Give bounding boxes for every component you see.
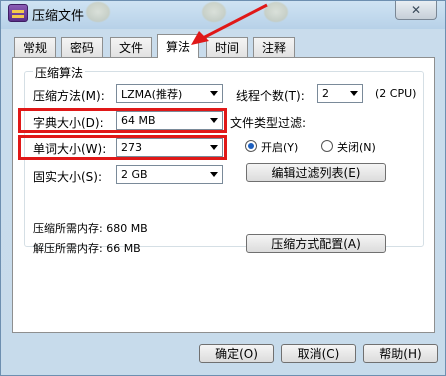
archive-app-icon bbox=[8, 4, 28, 22]
help-button[interactable]: 帮助(H) bbox=[363, 344, 438, 363]
filter-off-radio[interactable] bbox=[321, 140, 333, 152]
filter-on-radio[interactable] bbox=[245, 140, 257, 152]
chevron-down-icon bbox=[210, 145, 218, 150]
cpu-note: (2 CPU) bbox=[375, 87, 417, 100]
close-icon: ✕ bbox=[410, 3, 422, 17]
threads-label: 线程个数(T): bbox=[236, 89, 305, 103]
chevron-down-icon bbox=[210, 91, 218, 96]
compression-profile-button[interactable]: 压缩方式配置(A) bbox=[246, 234, 386, 253]
method-label: 压缩方法(M): bbox=[33, 89, 105, 103]
solid-size-label: 固实大小(S): bbox=[33, 170, 103, 184]
method-select[interactable]: LZMA(推荐) bbox=[116, 84, 223, 103]
compress-memory-text: 压缩所需内存: 680 MB bbox=[33, 222, 148, 235]
dictionary-select[interactable]: 64 MB bbox=[116, 111, 223, 130]
tab-label: 常规 bbox=[23, 41, 48, 55]
chevron-down-icon bbox=[350, 91, 358, 96]
close-button[interactable]: ✕ bbox=[395, 1, 437, 20]
tab-label: 文件 bbox=[119, 41, 144, 55]
decompress-memory-text: 解压所需内存: 66 MB bbox=[33, 242, 141, 255]
filter-on-label: 开启(Y) bbox=[261, 141, 299, 154]
word-size-select[interactable]: 273 bbox=[116, 138, 223, 157]
filter-label: 文件类型过滤: bbox=[230, 116, 307, 130]
threads-select[interactable]: 2 bbox=[317, 84, 363, 103]
threads-value: 2 bbox=[322, 87, 329, 100]
word-size-value: 273 bbox=[121, 141, 142, 154]
compress-dialog-window: 压缩文件 ✕ 常规 密码 文件 算法 时间 注释 压缩算法 压缩方法(M): L… bbox=[0, 0, 446, 376]
group-title: 压缩算法 bbox=[33, 64, 86, 81]
filter-off-label: 关闭(N) bbox=[337, 141, 376, 154]
chevron-down-icon bbox=[210, 172, 218, 177]
dictionary-value: 64 MB bbox=[121, 114, 156, 127]
background-icon bbox=[85, 1, 111, 23]
annotation-arrow-icon bbox=[191, 3, 268, 45]
window-title: 压缩文件 bbox=[32, 9, 85, 24]
cancel-button[interactable]: 取消(C) bbox=[281, 344, 356, 363]
solid-size-value: 2 GB bbox=[121, 168, 148, 181]
chevron-down-icon bbox=[210, 118, 218, 123]
tab-files[interactable]: 文件 bbox=[110, 37, 153, 57]
tab-label: 密码 bbox=[70, 41, 95, 55]
word-size-label: 单词大小(W): bbox=[33, 142, 107, 156]
dictionary-label: 字典大小(D): bbox=[33, 116, 104, 130]
tab-password[interactable]: 密码 bbox=[61, 37, 104, 57]
edit-filter-list-button[interactable]: 编辑过滤列表(E) bbox=[246, 163, 386, 182]
method-value: LZMA(推荐) bbox=[121, 87, 183, 101]
ok-button[interactable]: 确定(O) bbox=[199, 344, 274, 363]
algorithm-panel: 压缩算法 压缩方法(M): LZMA(推荐) 线程个数(T): 2 (2 CPU… bbox=[12, 57, 435, 333]
solid-size-select[interactable]: 2 GB bbox=[116, 165, 223, 184]
tab-general[interactable]: 常规 bbox=[14, 37, 57, 57]
